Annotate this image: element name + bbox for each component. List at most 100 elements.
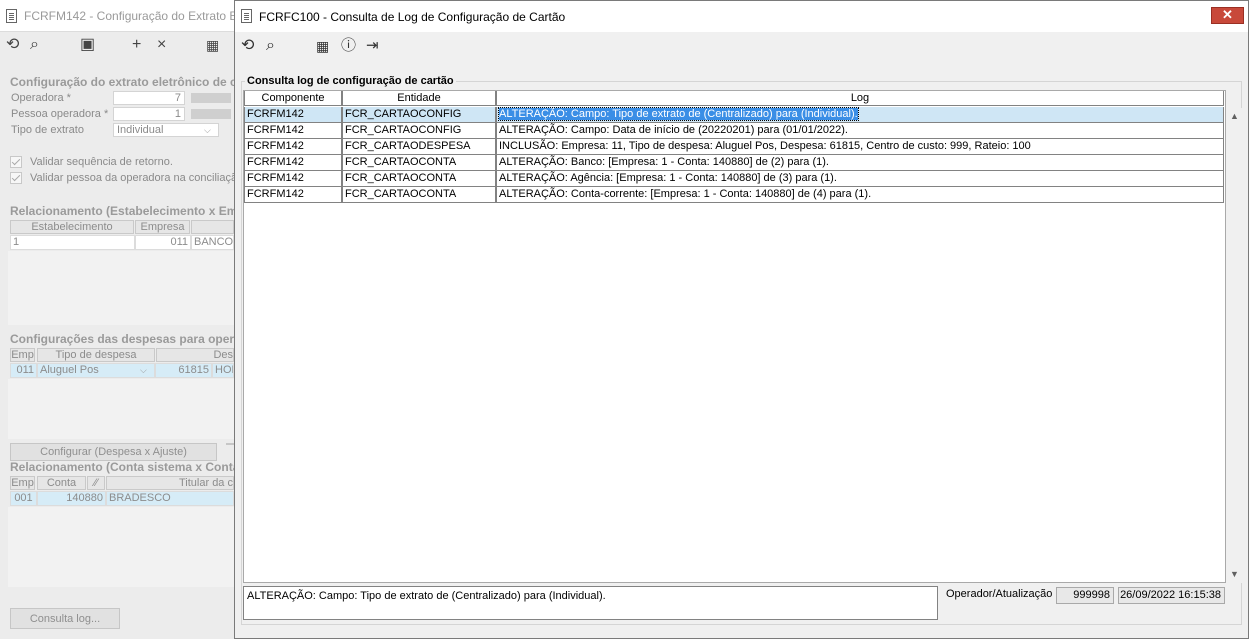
cell-log: ALTERAÇÃO: Conta-corrente: [Empresa: 1 -… xyxy=(496,187,1224,203)
rel-cell-estab[interactable]: 1 xyxy=(10,235,135,250)
pessoa-name-redacted xyxy=(191,109,231,119)
add-icon[interactable]: + xyxy=(132,34,141,58)
conta-header-titular[interactable]: Titular da c xyxy=(106,476,234,490)
cell-componente: FCRFM142 xyxy=(244,123,342,139)
conta-header-dv[interactable]: ⁄⁄ xyxy=(87,476,105,490)
desp-header-des[interactable]: Des xyxy=(156,348,234,362)
rel-header-extra xyxy=(191,220,234,234)
cell-entidade: FCR_CARTAOCONTA xyxy=(342,187,496,203)
section-conta-title: Relacionamento (Conta sistema x Conta xyxy=(10,460,240,474)
section-rel-title: Relacionamento (Estabelecimento x Emp xyxy=(10,204,245,218)
cell-componente: FCRFM142 xyxy=(244,171,342,187)
cell-componente: FCRFM142 xyxy=(244,187,342,203)
validar-sequencia-label: Validar sequência de retorno. xyxy=(30,156,173,168)
desp-header-emp[interactable]: Emp xyxy=(10,348,35,362)
conta-grid-empty xyxy=(8,507,234,587)
cell-log: ALTERAÇÃO: Campo: Data de início de (202… xyxy=(496,123,1224,139)
scroll-up-icon[interactable]: ▲ xyxy=(1226,108,1243,125)
tipo-extrato-label: Tipo de extrato xyxy=(11,124,84,136)
cell-entidade: FCR_CARTAOCONFIG xyxy=(342,123,496,139)
column-header-componente[interactable]: Componente xyxy=(244,91,342,106)
atualizacao-field: 26/09/2022 16:15:38 xyxy=(1118,587,1225,604)
section-extract-title: Configuração do extrato eletrônico de ca xyxy=(10,75,244,89)
search-icon[interactable]: ⌕ xyxy=(30,34,39,58)
rel-grid-empty xyxy=(8,251,234,325)
rel-header-estab[interactable]: Estabelecimento xyxy=(10,220,134,234)
log-group-title: Consulta log de configuração de cartão xyxy=(245,75,456,87)
cell-log: ALTERAÇÃO: Banco: [Empresa: 1 - Conta: 1… xyxy=(496,155,1224,171)
table-row[interactable]: FCRFM142 FCR_CARTAOCONTA ALTERAÇÃO: Agên… xyxy=(244,171,1225,187)
help-icon[interactable]: ⓘ xyxy=(341,36,356,56)
delete-icon[interactable]: × xyxy=(157,34,166,58)
cell-log: ALTERAÇÃO: Campo: Tipo de extrato de (Ce… xyxy=(496,107,1224,123)
conta-header-conta[interactable]: Conta xyxy=(37,476,86,490)
table-row[interactable]: FCRFM142 FCR_CARTAOCONTA ALTERAÇÃO: Banc… xyxy=(244,155,1225,171)
operador-label: Operador/Atualização xyxy=(946,588,1053,600)
cell-log-text: ALTERAÇÃO: Campo: Tipo de extrato de (Ce… xyxy=(498,107,859,121)
table-row[interactable]: FCRFM142 FCR_CARTAOCONFIG ALTERAÇÃO: Cam… xyxy=(244,123,1225,139)
log-table: Componente Entidade Log FCRFM142 FCR_CAR… xyxy=(243,90,1226,583)
column-header-log[interactable]: Log xyxy=(496,91,1224,106)
operadora-input[interactable]: 7 xyxy=(113,91,185,105)
cell-componente: FCRFM142 xyxy=(244,139,342,155)
close-button[interactable]: ✕ xyxy=(1211,7,1244,24)
save-icon[interactable]: ▣ xyxy=(80,34,95,58)
cell-componente: FCRFM142 xyxy=(244,155,342,171)
dialog-titlebar: FCRFC100 - Consulta de Log de Configuraç… xyxy=(235,1,1248,32)
column-header-entidade[interactable]: Entidade xyxy=(342,91,496,106)
cell-entidade: FCR_CARTAOCONFIG xyxy=(342,107,496,123)
desp-header-tipo[interactable]: Tipo de despesa xyxy=(37,348,155,362)
vertical-scrollbar[interactable]: ▲ ▼ xyxy=(1226,108,1243,583)
desp-grid-empty xyxy=(8,379,234,439)
conta-cell-titular[interactable]: BRADESCO xyxy=(106,491,234,506)
configurar-button[interactable]: Configurar (Despesa x Ajuste) xyxy=(10,443,217,461)
pessoa-input[interactable]: 1 xyxy=(113,107,185,121)
refresh-icon[interactable]: ⟲ xyxy=(6,34,19,58)
cell-log: INCLUSÃO: Empresa: 11, Tipo de despesa: … xyxy=(496,139,1224,155)
table-row[interactable]: FCRFM142 FCR_CARTAOCONTA ALTERAÇÃO: Cont… xyxy=(244,187,1225,203)
dialog-toolbar: ⟲ ⌕ ▦ ⓘ ⇥ xyxy=(235,32,1248,60)
desp-cell-tipo[interactable]: Aluguel Pos xyxy=(37,363,155,378)
pessoa-label: Pessoa operadora * xyxy=(11,108,109,120)
cell-entidade: FCR_CARTAOCONTA xyxy=(342,171,496,187)
desp-cell-emp[interactable]: 011 xyxy=(10,363,37,378)
document-icon xyxy=(6,9,17,23)
exit-icon[interactable]: ⇥ xyxy=(366,36,379,56)
search-icon[interactable]: ⌕ xyxy=(266,36,275,56)
background-titlebar: FCRFM142 - Configuração do Extrato Ele xyxy=(0,0,247,32)
extra-button[interactable] xyxy=(226,443,234,445)
conta-cell-conta[interactable]: 140880 xyxy=(37,491,106,506)
background-window-title: FCRFM142 - Configuração do Extrato Ele xyxy=(24,9,247,23)
rel-cell-banco[interactable]: BANCO xyxy=(191,235,234,250)
cell-entidade: FCR_CARTAOCONTA xyxy=(342,155,496,171)
validar-sequencia-checkbox[interactable] xyxy=(10,156,22,168)
chevron-down-icon: ⌵ xyxy=(140,365,147,375)
operadora-name-redacted xyxy=(191,93,231,103)
validar-pessoa-checkbox[interactable] xyxy=(10,172,22,184)
cell-entidade: FCR_CARTAODESPESA xyxy=(342,139,496,155)
dialog-title: FCRFC100 - Consulta de Log de Configuraç… xyxy=(259,10,566,24)
desp-cell-desc[interactable]: HON xyxy=(212,363,234,378)
cell-log: ALTERAÇÃO: Agência: [Empresa: 1 - Conta:… xyxy=(496,171,1224,187)
desp-cell-cod[interactable]: 61815 xyxy=(155,363,212,378)
scroll-down-icon[interactable]: ▼ xyxy=(1226,566,1243,583)
document-icon xyxy=(241,9,252,23)
calendar-icon[interactable]: ▦ xyxy=(316,36,329,56)
validar-pessoa-label: Validar pessoa da operadora na conciliaç… xyxy=(30,172,238,184)
log-detail-field[interactable]: ALTERAÇÃO: Campo: Tipo de extrato de (Ce… xyxy=(243,586,938,620)
operador-field: 999998 xyxy=(1056,587,1114,604)
rel-cell-empresa[interactable]: 011 xyxy=(135,235,191,250)
operadora-label: Operadora * xyxy=(11,92,71,104)
conta-cell-emp[interactable]: 001 xyxy=(10,491,37,506)
log-dialog: FCRFC100 - Consulta de Log de Configuraç… xyxy=(234,0,1249,639)
table-row[interactable]: FCRFM142 FCR_CARTAODESPESA INCLUSÃO: Emp… xyxy=(244,139,1225,155)
consulta-log-button[interactable]: Consulta log... xyxy=(10,608,120,629)
conta-header-emp[interactable]: Emp xyxy=(10,476,35,490)
cell-componente: FCRFM142 xyxy=(244,107,342,123)
refresh-icon[interactable]: ⟲ xyxy=(241,36,254,56)
table-row[interactable]: FCRFM142 FCR_CARTAOCONFIG ALTERAÇÃO: Cam… xyxy=(244,107,1225,123)
chevron-down-icon: ⌵ xyxy=(204,125,211,135)
calendar-icon[interactable]: ▦ xyxy=(206,34,219,58)
section-desp-title: Configurações das despesas para opera xyxy=(10,332,241,346)
rel-header-empresa[interactable]: Empresa xyxy=(135,220,190,234)
